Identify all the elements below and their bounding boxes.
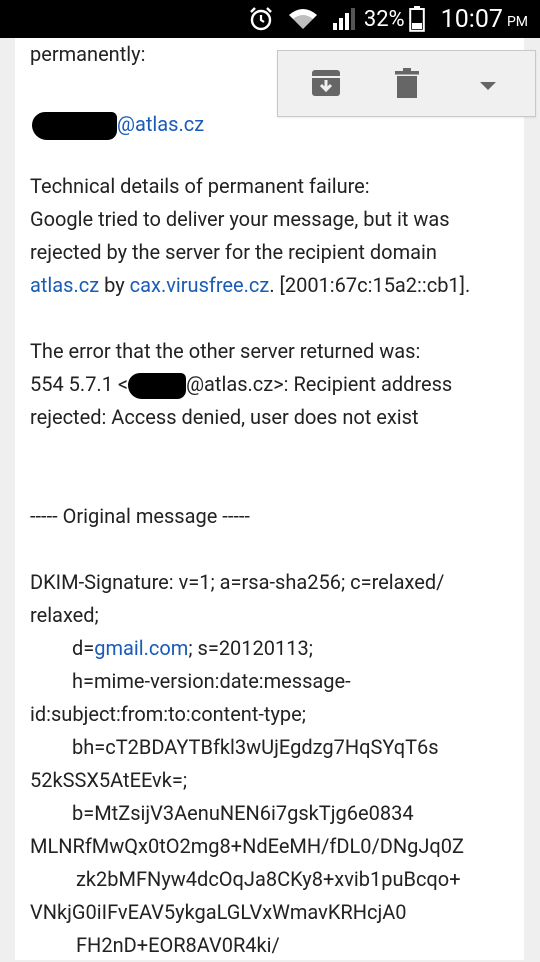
text-line: 52kSSX5AtEEvk=;	[30, 768, 188, 792]
message-body: permanently: @atlas.cz Technical details…	[30, 38, 520, 962]
redacted-block	[32, 111, 117, 140]
text-line: DKIM-Signature: v=1; a=rsa-sha256; c=rel…	[30, 570, 445, 594]
ip-text: . [2001:67c:15a2::cb1].	[269, 273, 471, 297]
archive-icon	[311, 69, 341, 101]
text-line: rejected: Access denied, user does not e…	[30, 405, 419, 429]
text-line: VNkjG0iIFvEAV5ykgaLGLVxWmavKRHcjA0	[30, 900, 407, 924]
error-tail: >: Recipient address	[273, 372, 453, 396]
text-line: FH2nD+EOR8AV0R4ki/	[76, 933, 280, 957]
tech-heading: Technical details of permanent failure:	[30, 174, 370, 198]
gmail-link[interactable]: gmail.com	[94, 636, 188, 660]
more-options-button[interactable]	[470, 67, 506, 103]
text-line: d=gmail.com; s=20120113;	[72, 636, 313, 660]
clock: 10:07	[440, 4, 503, 34]
by-text: by	[99, 273, 130, 297]
error-heading: The error that the other server returned…	[30, 339, 421, 363]
server-link[interactable]: cax.virusfree.cz	[130, 273, 270, 297]
original-message-header: ----- Original message -----	[30, 504, 250, 528]
signal-icon	[332, 7, 358, 31]
archive-button[interactable]	[308, 67, 344, 103]
text-line: b=MtZsijV3AenuNEN6i7gskTjg6e0834	[72, 801, 414, 825]
status-bar: 32% 10:07 PM	[0, 0, 540, 38]
clock-ampm: PM	[506, 14, 528, 30]
recipient-email-link[interactable]: @atlas.cz	[117, 112, 204, 136]
text-line: bh=cT2BDAYTBfkl3wUjEgdzg7HqSYqT6s	[72, 735, 439, 759]
text-line: atlas.cz by cax.virusfree.cz. [2001:67c:…	[30, 269, 520, 302]
dropdown-arrow-icon	[479, 76, 497, 95]
error-email: @atlas.cz	[186, 372, 274, 396]
domain-link[interactable]: atlas.cz	[30, 273, 99, 297]
wifi-icon	[288, 7, 318, 31]
redacted-block	[128, 372, 187, 399]
text-line: rejected by the server for the recipient…	[30, 240, 437, 264]
text-line: 554 5.7.1 < @atlas.cz>: Recipient address	[30, 368, 520, 401]
battery-icon	[408, 6, 425, 32]
error-code: 554 5.7.1 <	[30, 372, 129, 396]
text-line: h=mime-version:date:message-	[72, 669, 351, 693]
text-line: zk2bMFNyw4dcOqJa8CKy8+xvib1puBcqo+	[76, 867, 461, 891]
text-line: Google tried to deliver your message, bu…	[30, 207, 450, 231]
battery-percent: 32%	[363, 6, 405, 32]
trash-icon	[395, 68, 419, 102]
text-line: relaxed;	[30, 603, 99, 627]
text-line: id:subject:from:to:content-type;	[30, 702, 306, 726]
text-line: MLNRfMwQx0tO2mg8+NdEeMH/fDL0/DNgJq0Z	[30, 834, 464, 858]
message-action-toolbar	[277, 50, 536, 117]
alarm-icon	[248, 6, 274, 32]
delete-button[interactable]	[389, 67, 425, 103]
